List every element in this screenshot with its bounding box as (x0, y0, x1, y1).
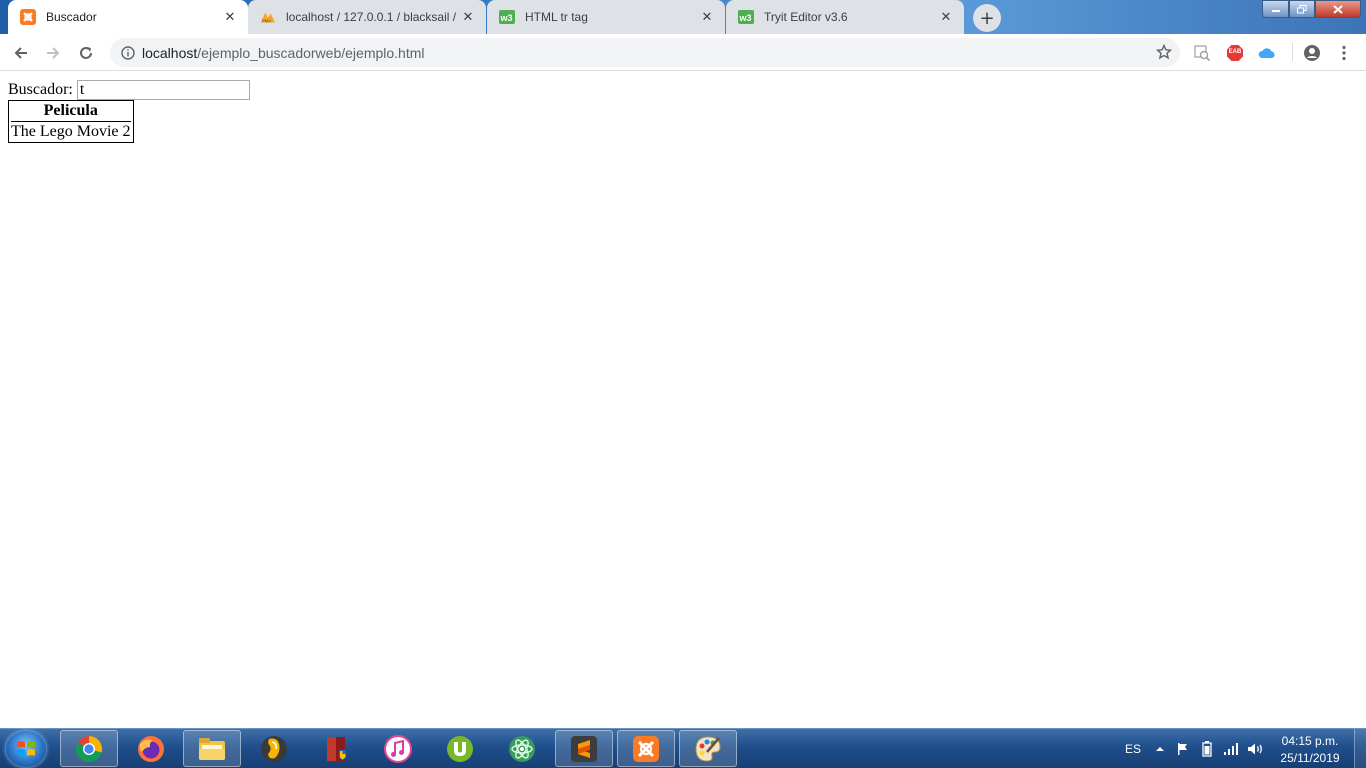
new-tab-button[interactable]: + (973, 4, 1001, 32)
address-bar[interactable]: localhost/ejemplo_buscadorweb/ejemplo.ht… (110, 38, 1180, 67)
maximize-button[interactable] (1289, 0, 1315, 18)
windows-logo-icon (17, 741, 35, 756)
phpmyadmin-icon: PMA (260, 9, 276, 25)
close-icon (1333, 4, 1343, 14)
reload-icon (80, 47, 92, 59)
tab-buscador[interactable]: Buscador ✕ (8, 0, 248, 34)
adblock-icon[interactable]: EAB (1225, 43, 1245, 63)
cloud-icon[interactable] (1257, 43, 1277, 63)
table-header-row: Pelicula (11, 101, 131, 121)
show-desktop-button[interactable] (1354, 729, 1366, 768)
language-indicator[interactable]: ES (1125, 729, 1141, 768)
toolbar-separator (1292, 43, 1293, 61)
w3schools-icon: w3 (738, 9, 754, 25)
clock-date: 25/11/2019 (1280, 751, 1340, 765)
profile-avatar-icon[interactable] (1302, 43, 1322, 63)
url-path: /ejemplo_buscadorweb/ejemplo.html (197, 44, 425, 61)
tab-html-tr-tag[interactable]: w3 HTML tr tag ✕ (487, 0, 725, 34)
xampp-icon[interactable] (617, 730, 675, 767)
chrome-icon[interactable] (60, 730, 118, 767)
close-icon[interactable]: ✕ (222, 9, 238, 25)
language-code: ES (1125, 742, 1142, 756)
utorrent-icon[interactable] (431, 730, 489, 767)
tab-title: Tryit Editor v3.6 (764, 10, 848, 24)
info-icon[interactable] (120, 45, 136, 61)
tab-tryit-editor[interactable]: w3 Tryit Editor v3.6 ✕ (726, 0, 964, 34)
tab-title: localhost / 127.0.0.1 / blacksail / p (286, 10, 460, 24)
action-center-flag-icon[interactable] (1176, 729, 1190, 768)
close-icon[interactable]: ✕ (938, 9, 954, 25)
bookmark-star-icon[interactable] (1155, 43, 1173, 60)
search-row: Buscador: (8, 80, 250, 100)
tab-strip: Buscador ✕ PMA localhost / 127.0.0.1 / b… (0, 0, 1366, 34)
svg-text:PMA: PMA (262, 18, 272, 23)
close-window-button[interactable] (1315, 0, 1361, 18)
volume-icon[interactable] (1247, 729, 1265, 768)
minimize-button[interactable] (1262, 0, 1289, 18)
clock-time: 04:15 p.m. (1281, 734, 1339, 748)
results-table: Pelicula The Lego Movie 2 (8, 100, 134, 143)
network-signal-icon[interactable] (1223, 729, 1239, 768)
tab-title: Buscador (46, 10, 97, 24)
close-icon[interactable]: ✕ (460, 9, 476, 25)
menu-kebab-icon[interactable] (1334, 43, 1354, 63)
show-hidden-icons-button[interactable] (1155, 729, 1165, 768)
xampp-icon (20, 9, 36, 25)
minimize-icon (1271, 10, 1280, 12)
window-controls (1262, 0, 1361, 18)
paint-icon[interactable] (679, 730, 737, 767)
svg-text:w3: w3 (500, 13, 513, 23)
chevron-up-icon (1156, 747, 1164, 751)
tab-phpmyadmin[interactable]: PMA localhost / 127.0.0.1 / blacksail / … (248, 0, 486, 34)
file-explorer-icon[interactable] (183, 730, 241, 767)
back-arrow-icon (14, 47, 27, 59)
column-header-pelicula: Pelicula (43, 102, 98, 119)
sublime-text-icon[interactable] (555, 730, 613, 767)
plus-icon: + (979, 7, 995, 29)
tab-title: HTML tr tag (525, 10, 588, 24)
w3schools-icon: w3 (499, 9, 515, 25)
close-icon[interactable]: ✕ (699, 9, 715, 25)
search-input[interactable] (76, 80, 250, 100)
fruity-loops-icon[interactable] (245, 730, 303, 767)
start-button[interactable] (6, 731, 46, 767)
battery-icon[interactable] (1202, 729, 1212, 768)
table-cell: The Lego Movie 2 (11, 121, 131, 140)
search-label: Buscador: (8, 81, 73, 98)
url-host: localhost (142, 44, 198, 61)
itunes-icon[interactable] (369, 730, 427, 767)
browser-toolbar: localhost/ejemplo_buscadorweb/ejemplo.ht… (0, 34, 1366, 71)
svg-text:w3: w3 (739, 13, 752, 23)
adblock-badge: EAB (1228, 49, 1242, 55)
back-button[interactable] (7, 39, 35, 67)
reload-button[interactable] (72, 39, 100, 67)
forward-arrow-icon (47, 47, 60, 59)
atom-icon[interactable] (493, 730, 551, 767)
forward-button[interactable] (39, 39, 67, 67)
windows-taskbar: ES 04:15 p.m. 25/11/2019 (0, 728, 1366, 768)
table-row: The Lego Movie 2 (11, 121, 131, 142)
zoom-icon[interactable] (1192, 43, 1212, 63)
winrar-icon[interactable] (307, 730, 365, 767)
firefox-icon[interactable] (122, 730, 180, 767)
page-content: Buscador: Pelicula The Lego Movie 2 (0, 72, 1366, 728)
restore-icon (1297, 4, 1307, 13)
system-clock[interactable]: 04:15 p.m. 25/11/2019 (1270, 733, 1350, 767)
